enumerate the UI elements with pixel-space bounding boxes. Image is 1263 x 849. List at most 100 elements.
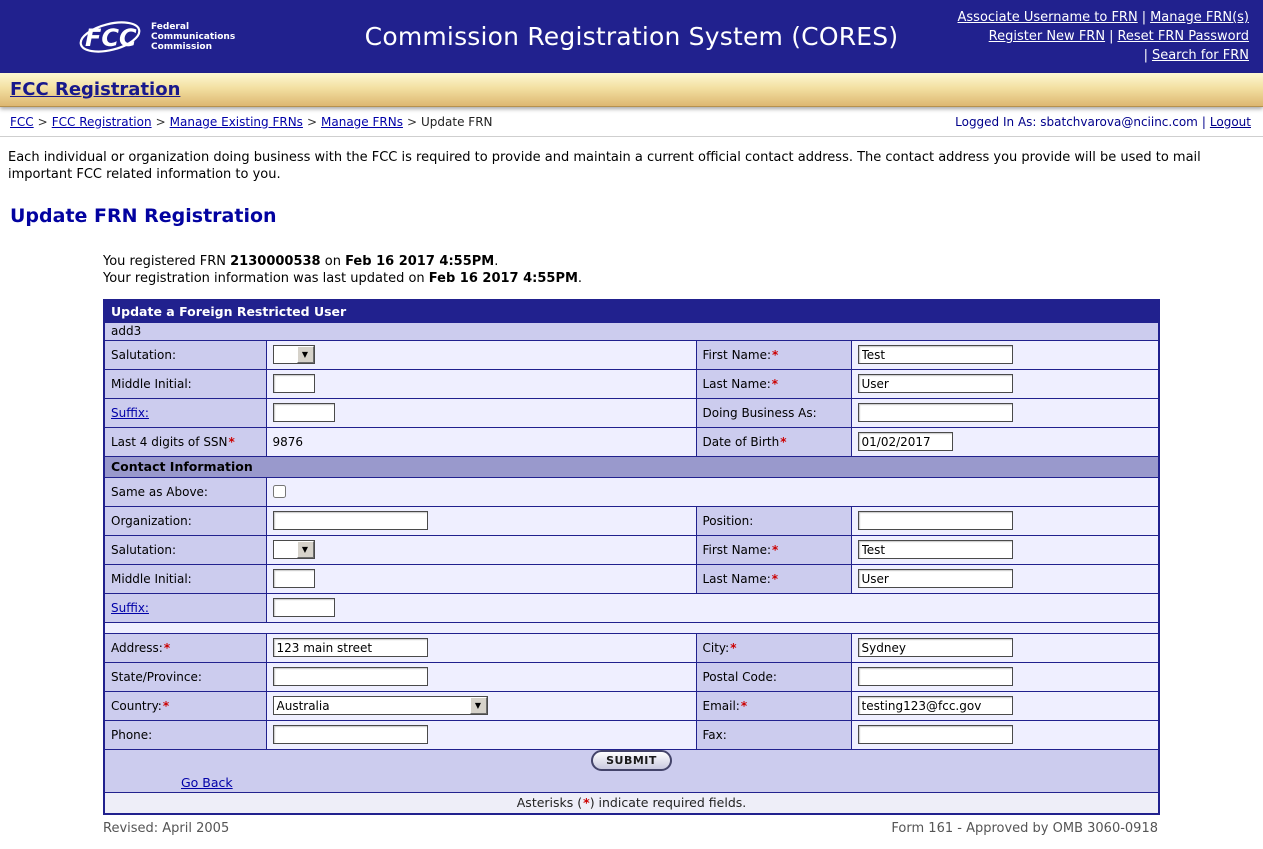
registered-line: You registered FRN 2130000538 on Feb 16 … bbox=[103, 253, 1263, 270]
last-name-label: Last Name:* bbox=[696, 369, 851, 398]
form-row: Same as Above: bbox=[104, 477, 1159, 506]
page-footer: Revised: April 2005 Form 161 - Approved … bbox=[103, 821, 1158, 836]
fax-field-cell bbox=[851, 720, 1159, 749]
contact-middle-initial-label-text: Middle Initial: bbox=[111, 572, 192, 586]
fcc-registration-banner: FCC Registration bbox=[0, 73, 1263, 107]
date-of-birth-field-cell bbox=[851, 427, 1159, 456]
footer-form-number: Form 161 - Approved by OMB 3060-0918 bbox=[891, 821, 1158, 836]
contact-middle-initial-label: Middle Initial: bbox=[104, 564, 266, 593]
registered-line-end: . bbox=[494, 254, 498, 269]
go-back-link[interactable]: Go Back bbox=[181, 775, 233, 790]
email-input[interactable] bbox=[858, 696, 1013, 715]
contact-last-name-label: Last Name:* bbox=[696, 564, 851, 593]
salutation-select-value bbox=[274, 346, 297, 363]
phone-input[interactable] bbox=[273, 725, 428, 744]
form-subheader: add3 bbox=[104, 322, 1159, 340]
register-new-frn-link[interactable]: Register New FRN bbox=[989, 29, 1105, 44]
first-name-label-text: First Name: bbox=[703, 348, 772, 362]
suffix-link[interactable]: Suffix: bbox=[111, 406, 149, 420]
position-field-cell bbox=[851, 506, 1159, 535]
form-row: Suffix: bbox=[104, 593, 1159, 622]
state-province-input[interactable] bbox=[273, 667, 428, 686]
breadcrumb-manage-frns[interactable]: Manage FRNs bbox=[321, 115, 403, 129]
email-label: Email:* bbox=[696, 691, 851, 720]
contact-salutation-field-cell: ▼ bbox=[266, 535, 696, 564]
note-text-pre: Asterisks ( bbox=[517, 795, 582, 810]
registered-date: Feb 16 2017 4:55PM bbox=[345, 254, 494, 269]
same-as-above-checkbox[interactable] bbox=[273, 485, 286, 498]
phone-field-cell bbox=[266, 720, 696, 749]
breadcrumb-manage-existing-frns[interactable]: Manage Existing FRNs bbox=[170, 115, 303, 129]
manage-frns-link[interactable]: Manage FRN(s) bbox=[1150, 10, 1249, 25]
contact-first-name-input[interactable] bbox=[858, 540, 1013, 559]
organization-input[interactable] bbox=[273, 511, 428, 530]
date-of-birth-label-text: Date of Birth bbox=[703, 435, 780, 449]
salutation-select-arrow-icon[interactable]: ▼ bbox=[297, 346, 314, 363]
contact-last-name-label-text: Last Name: bbox=[703, 572, 771, 586]
header-links-row-1: Associate Username to FRN | Manage FRN(s) bbox=[958, 8, 1249, 27]
position-input[interactable] bbox=[858, 511, 1013, 530]
link-separator: | bbox=[1144, 48, 1148, 63]
search-for-frn-link[interactable]: Search for FRN bbox=[1152, 48, 1249, 63]
logout-link[interactable]: Logout bbox=[1210, 115, 1251, 129]
address-input[interactable] bbox=[273, 638, 428, 657]
middle-initial-field-cell bbox=[266, 369, 696, 398]
middle-initial-input[interactable] bbox=[273, 374, 315, 393]
contact-salutation-select[interactable]: ▼ bbox=[273, 540, 315, 559]
fax-label-text: Fax: bbox=[703, 728, 727, 742]
link-separator: | bbox=[1142, 10, 1146, 25]
salutation-select[interactable]: ▼ bbox=[273, 345, 315, 364]
dob-input[interactable] bbox=[858, 432, 953, 451]
page-title: Update FRN Registration bbox=[10, 205, 1263, 227]
required-asterisk: * bbox=[164, 641, 170, 655]
logged-in-email: sbatchvarova@nciinc.com bbox=[1040, 115, 1198, 129]
suffix-input[interactable] bbox=[273, 403, 335, 422]
fax-input[interactable] bbox=[858, 725, 1013, 744]
country-select[interactable]: Australia▼ bbox=[273, 696, 488, 715]
state-province-label-text: State/Province: bbox=[111, 670, 202, 684]
contact-first-name-label: First Name:* bbox=[696, 535, 851, 564]
country-select-arrow-icon[interactable]: ▼ bbox=[470, 697, 487, 714]
updated-line-end: . bbox=[578, 271, 582, 286]
associate-username-link[interactable]: Associate Username to FRN bbox=[958, 10, 1138, 25]
contact-suffix-link[interactable]: Suffix: bbox=[111, 601, 149, 615]
form-row: Contact Information bbox=[104, 456, 1159, 477]
contact-last-name-input[interactable] bbox=[858, 569, 1013, 588]
form-row: Salutation: ▼First Name:* bbox=[104, 535, 1159, 564]
postal-code-input[interactable] bbox=[858, 667, 1013, 686]
same-as-above-label-text: Same as Above: bbox=[111, 485, 208, 499]
fcc-registration-link[interactable]: FCC Registration bbox=[10, 79, 180, 100]
last-name-field-cell bbox=[851, 369, 1159, 398]
breadcrumb-separator: > bbox=[38, 115, 48, 129]
breadcrumb-separator: > bbox=[307, 115, 317, 129]
same-as-above-label: Same as Above: bbox=[104, 477, 266, 506]
updated-line-prefix: Your registration information was last u… bbox=[103, 271, 429, 286]
required-asterisk: * bbox=[741, 699, 747, 713]
country-field-cell: Australia▼ bbox=[266, 691, 696, 720]
salutation-field-cell: ▼ bbox=[266, 340, 696, 369]
contact-suffix-input[interactable] bbox=[273, 598, 335, 617]
country-label: Country:* bbox=[104, 691, 266, 720]
phone-label: Phone: bbox=[104, 720, 266, 749]
city-label-text: City: bbox=[703, 641, 730, 655]
frn-number: 2130000538 bbox=[230, 254, 320, 269]
contact-salutation-select-arrow-icon[interactable]: ▼ bbox=[297, 541, 314, 558]
country-select-value: Australia bbox=[274, 697, 470, 714]
contact-salutation-select-value bbox=[274, 541, 297, 558]
form-row: State/Province:Postal Code: bbox=[104, 662, 1159, 691]
note-text-post: ) indicate required fields. bbox=[590, 795, 747, 810]
position-label-text: Position: bbox=[703, 514, 754, 528]
row-spacer bbox=[104, 622, 1159, 633]
contact-middle-initial-input[interactable] bbox=[273, 569, 315, 588]
email-label-text: Email: bbox=[703, 699, 740, 713]
breadcrumb-fcc[interactable]: FCC bbox=[10, 115, 34, 129]
last-name-input[interactable] bbox=[858, 374, 1013, 393]
breadcrumb-fcc-registration[interactable]: FCC Registration bbox=[52, 115, 152, 129]
reset-frn-password-link[interactable]: Reset FRN Password bbox=[1117, 29, 1249, 44]
first-name-input[interactable] bbox=[858, 345, 1013, 364]
city-input[interactable] bbox=[858, 638, 1013, 657]
dba-input[interactable] bbox=[858, 403, 1013, 422]
doing-business-as-label: Doing Business As: bbox=[696, 398, 851, 427]
logged-in-prefix: Logged In As: bbox=[955, 115, 1040, 129]
submit-button[interactable]: SUBMIT bbox=[591, 750, 672, 771]
